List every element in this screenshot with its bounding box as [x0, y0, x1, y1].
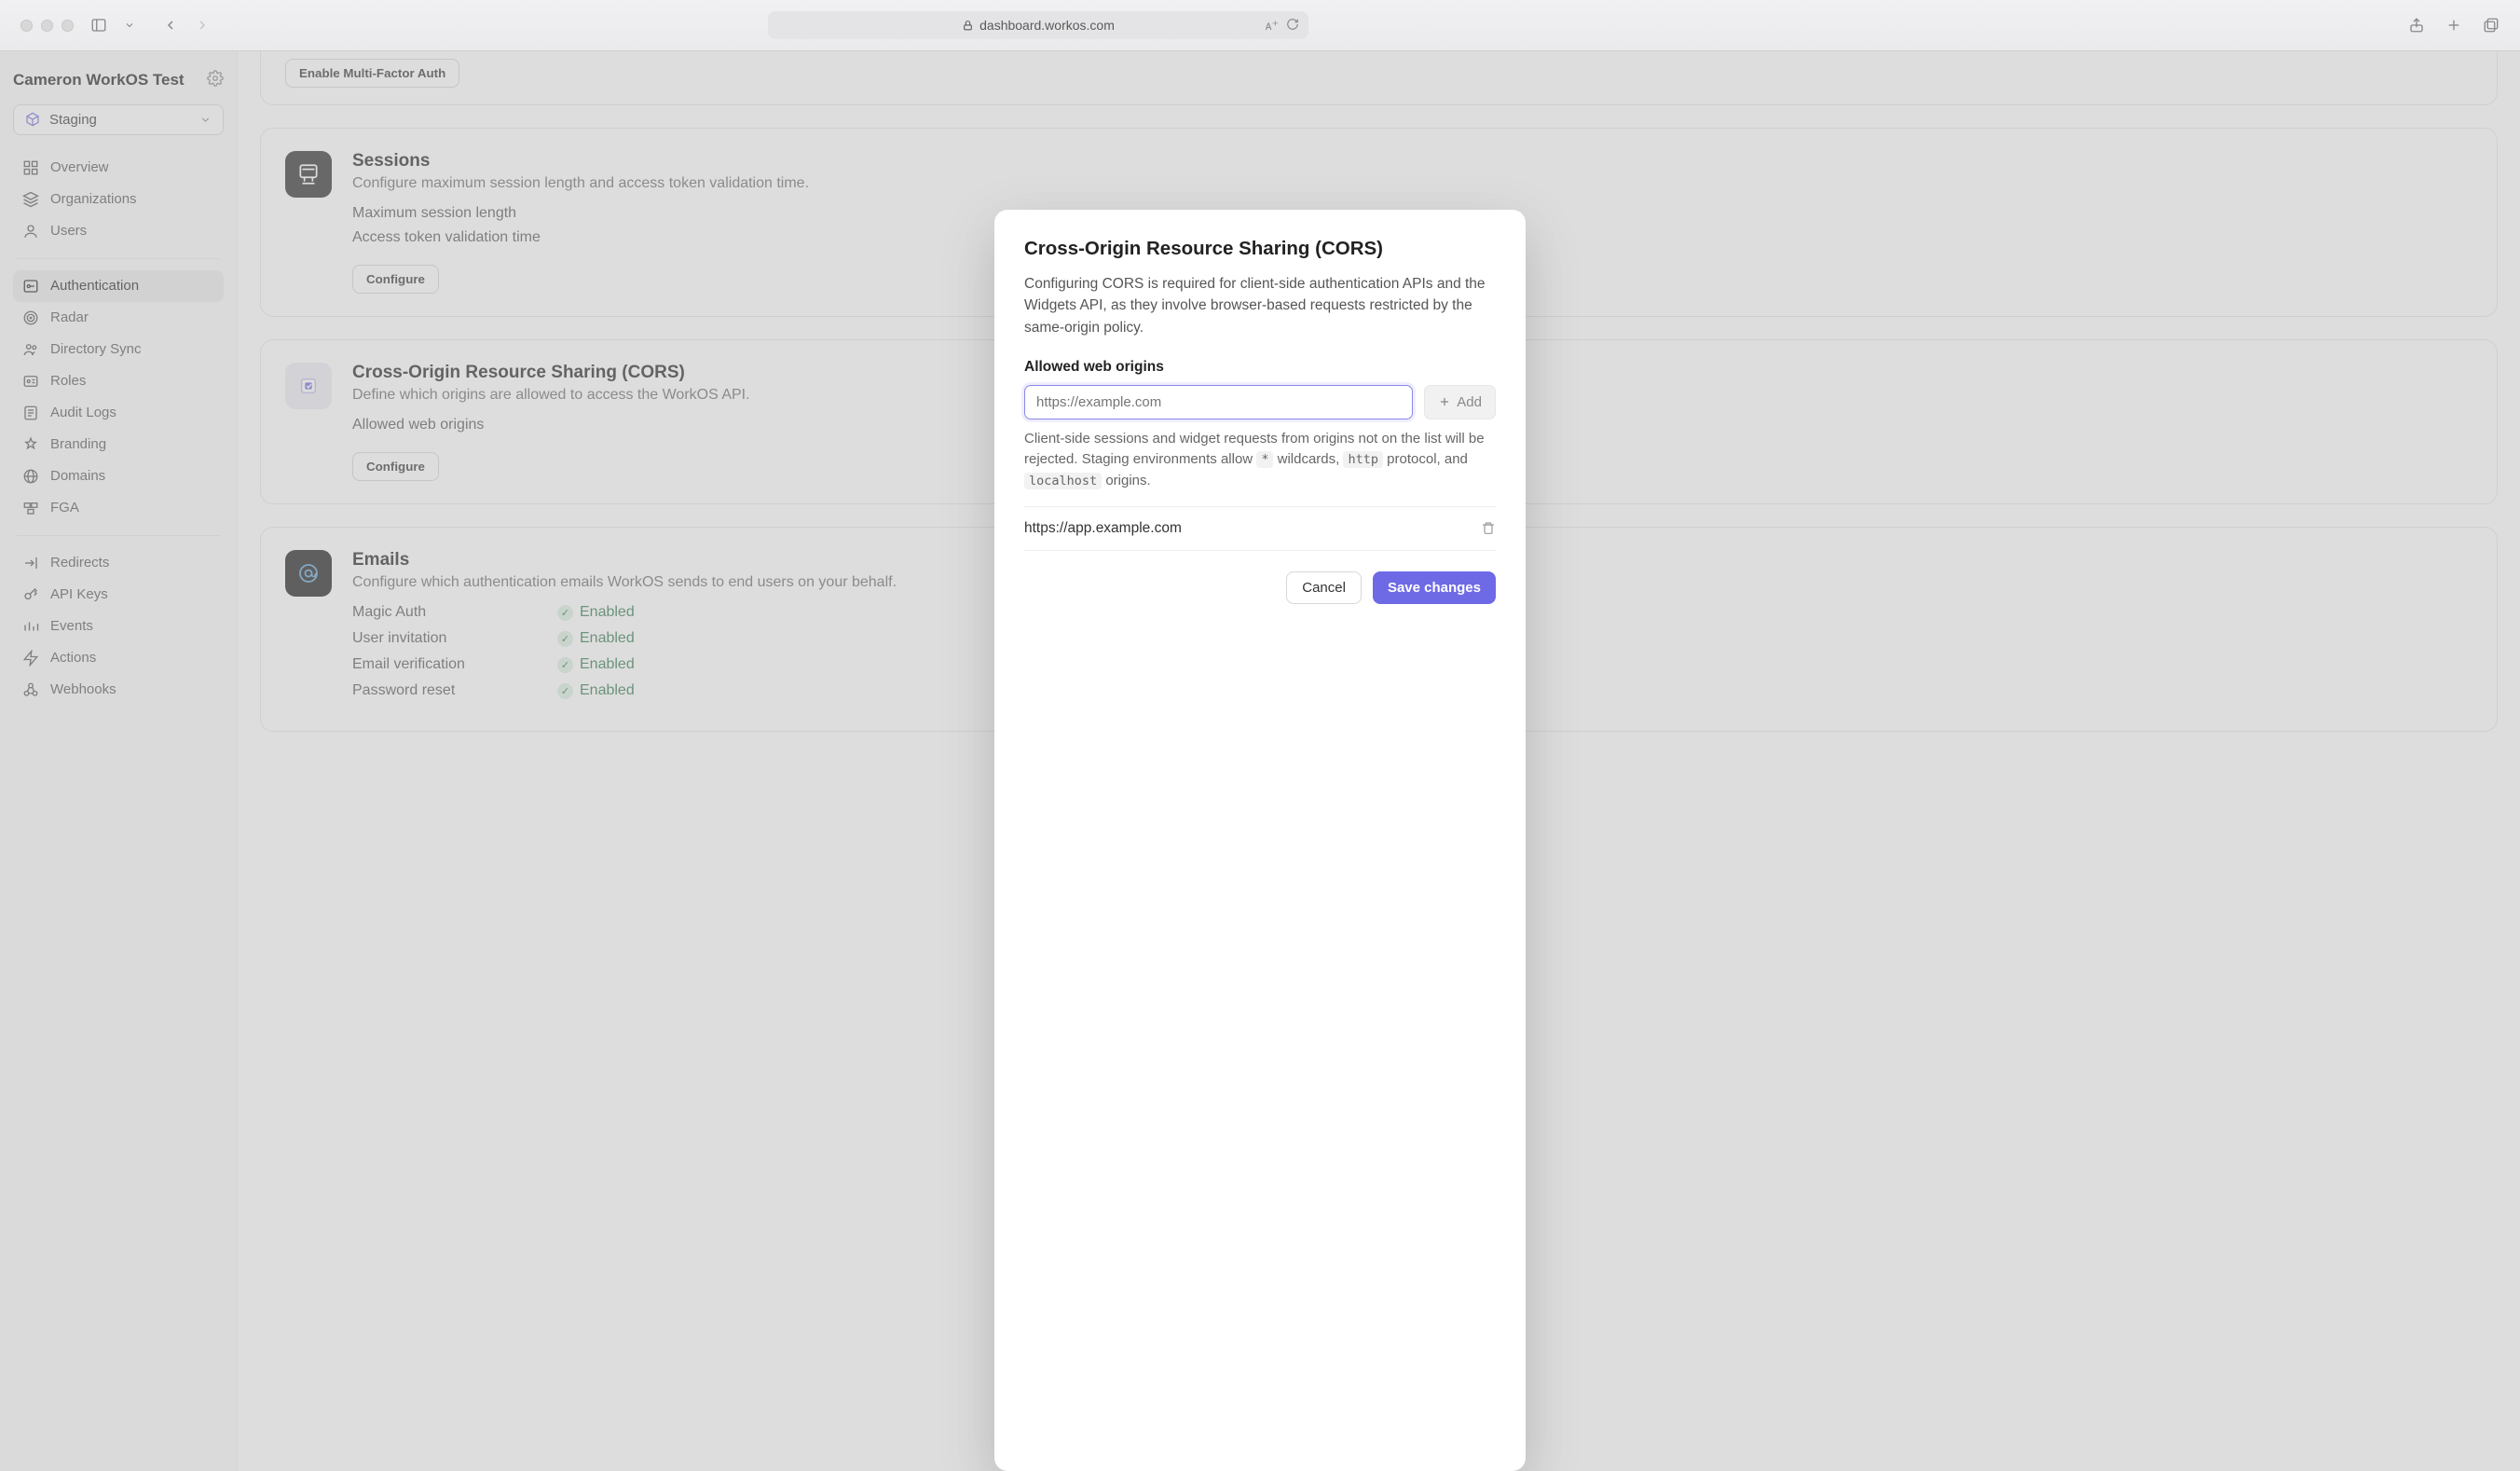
cors-modal: Cross-Origin Resource Sharing (CORS) Con… [994, 210, 1526, 1471]
plus-icon [1438, 395, 1451, 408]
share-icon[interactable] [2408, 17, 2425, 34]
modal-description: Configuring CORS is required for client-… [1024, 273, 1496, 338]
origins-help-text: Client-side sessions and widget requests… [1024, 429, 1496, 492]
origins-field-label: Allowed web origins [1024, 359, 1496, 376]
url-bar[interactable]: dashboard.workos.com ᴀ⁺ [768, 11, 1308, 39]
lock-icon [962, 20, 974, 32]
modal-title: Cross-Origin Resource Sharing (CORS) [1024, 238, 1496, 260]
browser-chrome: dashboard.workos.com ᴀ⁺ [0, 0, 2520, 51]
new-tab-icon[interactable] [2445, 17, 2462, 34]
modal-overlay[interactable]: Cross-Origin Resource Sharing (CORS) Con… [0, 51, 2520, 1471]
tabs-icon[interactable] [2483, 17, 2499, 34]
reload-icon[interactable] [1286, 18, 1299, 31]
origin-input[interactable] [1024, 385, 1413, 419]
save-changes-button[interactable]: Save changes [1373, 571, 1496, 604]
back-icon[interactable] [163, 18, 178, 33]
cancel-button[interactable]: Cancel [1286, 571, 1362, 604]
close-window[interactable] [21, 20, 33, 32]
url-text: dashboard.workos.com [979, 18, 1115, 33]
maximize-window[interactable] [62, 20, 74, 32]
chevron-down-icon[interactable] [124, 20, 135, 31]
minimize-window[interactable] [41, 20, 53, 32]
add-label: Add [1457, 394, 1482, 410]
add-origin-button[interactable]: Add [1424, 385, 1496, 419]
traffic-lights [21, 20, 74, 32]
delete-origin-icon[interactable] [1481, 521, 1496, 536]
sidebar-toggle-icon[interactable] [90, 17, 107, 34]
origin-url: https://app.example.com [1024, 520, 1182, 537]
origin-list-item: https://app.example.com [1024, 506, 1496, 551]
forward-icon[interactable] [195, 18, 210, 33]
translate-icon[interactable]: ᴀ⁺ [1266, 18, 1279, 34]
